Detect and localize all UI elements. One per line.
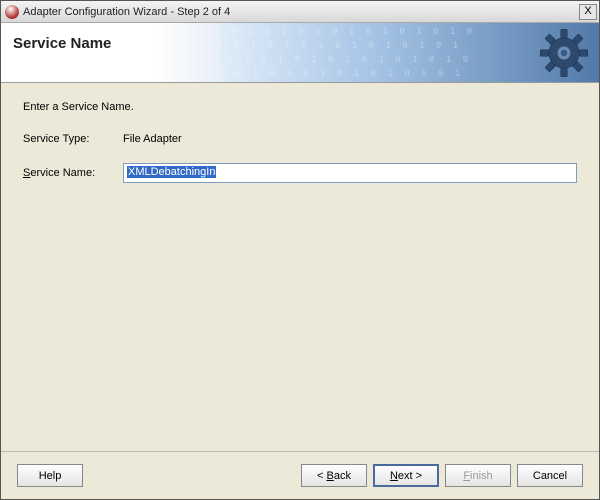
back-button[interactable]: < Back <box>301 464 367 487</box>
footer: Help < Back Next > Finish Cancel <box>1 451 599 499</box>
app-icon <box>5 5 19 19</box>
service-name-label: Service Name: <box>23 167 123 179</box>
help-button[interactable]: Help <box>17 464 83 487</box>
banner-graphic: 0 1 0 1 0 1 0 1 0 1 0 1 0 1 0 1 0 1 0 1 … <box>221 23 599 82</box>
next-button[interactable]: Next > <box>373 464 439 487</box>
service-name-input[interactable]: XMLDebatchingIn <box>123 163 577 183</box>
close-button[interactable]: X <box>579 4 597 20</box>
cancel-button[interactable]: Cancel <box>517 464 583 487</box>
titlebar-text: Adapter Configuration Wizard - Step 2 of… <box>23 6 579 18</box>
service-name-value: XMLDebatchingIn <box>127 166 216 178</box>
service-type-row: Service Type: File Adapter <box>23 133 577 145</box>
content-area: Enter a Service Name. Service Type: File… <box>1 83 599 451</box>
instruction-text: Enter a Service Name. <box>23 101 577 113</box>
gear-icon <box>537 26 591 80</box>
service-type-label: Service Type: <box>23 133 123 145</box>
finish-button: Finish <box>445 464 511 487</box>
titlebar: Adapter Configuration Wizard - Step 2 of… <box>1 1 599 23</box>
banner-left: Service Name <box>1 23 221 82</box>
banner: Service Name 0 1 0 1 0 1 0 1 0 1 0 1 0 1… <box>1 23 599 83</box>
service-type-value: File Adapter <box>123 133 182 145</box>
service-name-row: Service Name: XMLDebatchingIn <box>23 163 577 183</box>
page-title: Service Name <box>13 35 111 52</box>
wizard-window: Adapter Configuration Wizard - Step 2 of… <box>0 0 600 500</box>
